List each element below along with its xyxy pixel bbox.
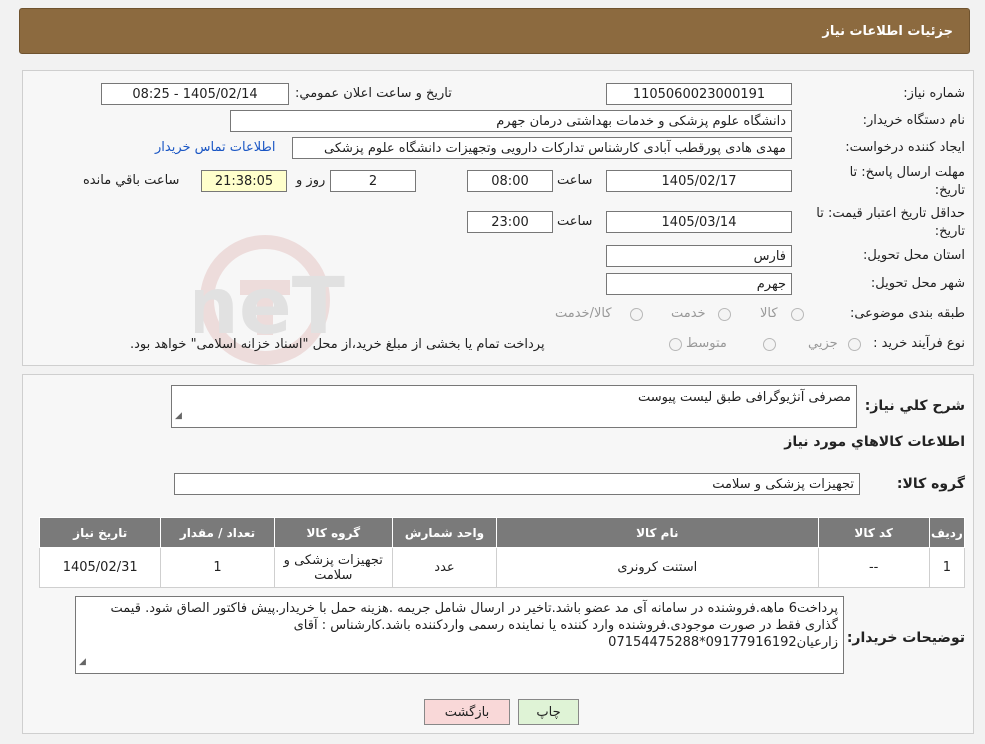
process-radio-medium[interactable] [763, 338, 776, 351]
col-group: گروه کالا [273, 517, 393, 548]
buyer-contact-link[interactable]: اطلاعات تماس خريدار [155, 140, 275, 155]
deadline-label-1: مهلت ارسال پاسخ: تا [849, 165, 965, 180]
days-remaining-field[interactable]: 2 [330, 170, 416, 192]
buyer-org-field[interactable]: دانشگاه علوم پزشکی و خدمات بهداشتی درمان… [230, 110, 792, 132]
goods-info-title: اطلاعات کالاهاي مورد نياز [784, 434, 965, 450]
category-radio-goods-service[interactable] [630, 308, 643, 321]
validity-date-field[interactable]: 1405/03/14 [606, 211, 792, 233]
days-label: روز و [296, 173, 326, 188]
cell-group: تجهیزات پزشکی و سلامت [273, 547, 393, 588]
col-unit: واحد شمارش [391, 517, 498, 548]
cell-name: استنت کرونری [496, 547, 819, 588]
requester-field[interactable]: مهدی هادی پورقطب آبادی کارشناس تدارکات د… [292, 137, 792, 159]
process-label: نوع فرآيند خريد : [873, 336, 965, 351]
deadline-time-label: ساعت [557, 173, 593, 188]
col-date: تاريخ نياز [38, 517, 162, 548]
category-option-goods: کالا [760, 306, 778, 321]
category-radio-goods[interactable] [791, 308, 804, 321]
category-option-goods-service: کالا/خدمت [555, 306, 612, 321]
buyer-org-label: نام دستگاه خريدار: [862, 113, 965, 128]
need-number-field[interactable]: 1105060023000191 [606, 83, 792, 105]
description-label: شرح کلي نياز: [864, 398, 965, 414]
validity-time-label: ساعت [557, 214, 593, 229]
process-option-minor: جزيي [808, 336, 838, 351]
buyer-notes-label: توضيحات خريدار: [846, 630, 965, 646]
validity-time-field[interactable]: 23:00 [467, 211, 553, 233]
deadline-date-field[interactable]: 1405/02/17 [606, 170, 792, 192]
announce-label: تاریخ و ساعت اعلان عمومي: [295, 86, 452, 101]
cell-row: 1 [928, 547, 966, 588]
requester-label: ايجاد کننده درخواست: [845, 140, 965, 155]
city-label: شهر محل تحويل: [870, 276, 965, 291]
cell-qty: 1 [160, 547, 275, 588]
col-code: کد کالا [817, 517, 930, 548]
back-button[interactable]: بازگشت [424, 699, 510, 725]
remaining-time-field[interactable]: 21:38:05 [201, 170, 287, 192]
province-label: استان محل تحويل: [863, 248, 965, 263]
validity-label-1: حداقل تاريخ اعتبار قيمت: تا [816, 206, 965, 221]
table-row: 1 -- استنت کرونری عدد تجهیزات پزشکی و سل… [38, 547, 966, 588]
col-qty: تعداد / مقدار [160, 517, 275, 548]
goods-table-header: رديف کد کالا نام کالا واحد شمارش گروه کا… [38, 517, 966, 548]
description-textarea[interactable]: مصرفی آنژیوگرافی طبق لیست پیوست ◢ [171, 385, 857, 428]
process-option-medium: متوسط [686, 336, 727, 351]
cell-date: 1405/02/31 [38, 547, 162, 588]
process-radio-minor[interactable] [848, 338, 861, 351]
category-option-service: خدمت [671, 306, 706, 321]
province-field[interactable]: فارس [606, 245, 792, 267]
city-field[interactable]: جهرم [606, 273, 792, 295]
category-radio-service[interactable] [718, 308, 731, 321]
remaining-time-label: ساعت باقي مانده [83, 173, 180, 188]
announce-datetime-field[interactable]: 1405/02/14 - 08:25 [101, 83, 289, 105]
page-header: جزئیات اطلاعات نیاز [19, 8, 970, 54]
col-name: نام کالا [496, 517, 819, 548]
buyer-notes-text: پرداخت6 ماهه.فروشنده در سامانه آی مد عضو… [110, 601, 838, 650]
cell-code: -- [817, 547, 930, 588]
deadline-label-2: تاريخ: [934, 183, 965, 198]
goods-table: رديف کد کالا نام کالا واحد شمارش گروه کا… [38, 517, 966, 588]
resize-grip-icon[interactable]: ◢ [175, 408, 182, 425]
category-label: طبقه بندی موضوعی: [849, 306, 965, 321]
process-note: پرداخت تمام يا بخشی از مبلغ خريد،از محل … [130, 337, 545, 352]
goods-group-field[interactable]: تجهیزات پزشکی و سلامت [174, 473, 860, 495]
deadline-time-field[interactable]: 08:00 [467, 170, 553, 192]
validity-label-2: تاريخ: [934, 224, 965, 239]
col-row: رديف [928, 517, 966, 548]
resize-grip-icon[interactable]: ◢ [79, 654, 86, 671]
description-text: مصرفی آنژیوگرافی طبق لیست پیوست [637, 390, 851, 405]
cell-unit: عدد [391, 547, 498, 588]
process-radio-treasury[interactable] [669, 338, 682, 351]
goods-group-label: گروه کالا: [896, 476, 965, 492]
buyer-notes-textarea[interactable]: پرداخت6 ماهه.فروشنده در سامانه آی مد عضو… [75, 596, 844, 674]
print-button[interactable]: چاپ [518, 699, 579, 725]
need-number-label: شماره نیاز: [903, 86, 965, 101]
page-title: جزئیات اطلاعات نیاز [822, 23, 953, 39]
